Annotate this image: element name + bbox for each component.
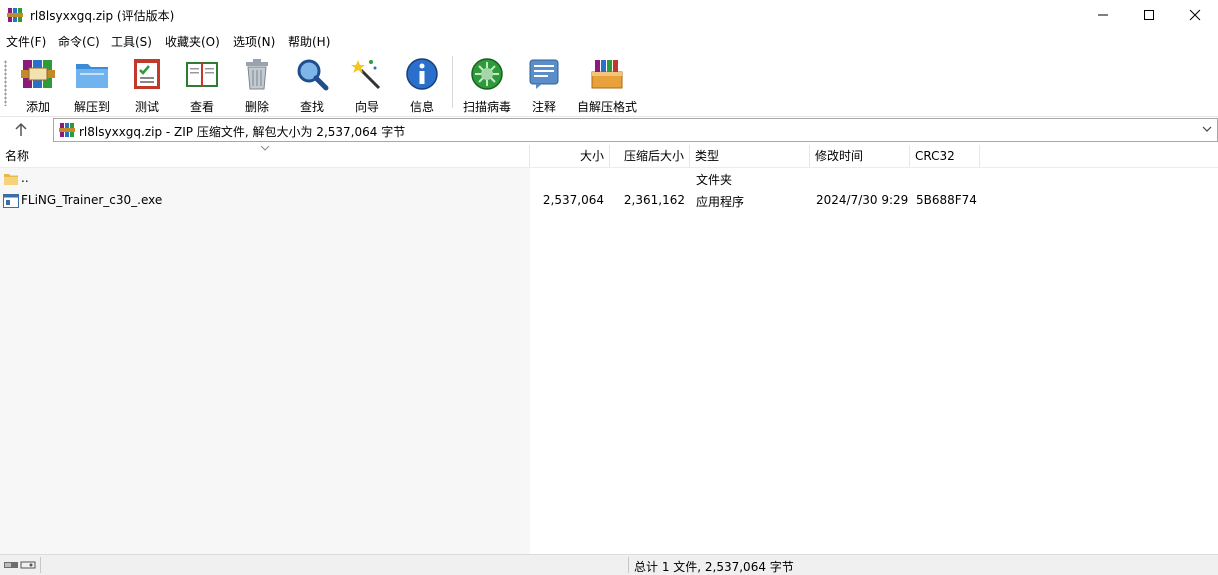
row-type: 文件夹 [696, 173, 733, 187]
menu-file[interactable]: 文件(F) [6, 33, 46, 50]
file-rows: .. 文件夹 FLiNG_Trainer_c30_.exe 2,537,064 … [0, 168, 1218, 554]
view-book-icon [186, 62, 218, 87]
extract-folder-icon [76, 64, 108, 88]
exe-file-icon [3, 194, 19, 208]
status-bar: 总计 1 文件, 2,537,064 字节 [0, 554, 1218, 575]
file-list: 名称 大小 压缩后大小 类型 修改时间 CRC32 .. 文件夹 FLiNG_T… [0, 145, 1218, 554]
add-button[interactable]: 添加 [10, 54, 66, 114]
view-label: 查看 [189, 100, 214, 114]
column-header-crc[interactable]: CRC32 [910, 145, 980, 167]
status-summary: 总计 1 文件, 2,537,064 字节 [634, 560, 794, 574]
test-label: 测试 [134, 100, 159, 114]
find-label: 查找 [299, 100, 324, 114]
info-label: 信息 [409, 100, 434, 114]
trash-icon [246, 59, 268, 90]
table-row-file[interactable]: FLiNG_Trainer_c30_.exe 2,537,064 2,361,1… [0, 190, 1218, 212]
menu-favorites[interactable]: 收藏夹(O) [165, 33, 220, 50]
row-type: 应用程序 [696, 195, 745, 209]
delete-button[interactable]: 删除 [229, 54, 285, 114]
table-row-parent[interactable]: .. 文件夹 [0, 168, 1218, 190]
drive-status-icon[interactable] [3, 558, 39, 572]
magnifier-icon [297, 59, 329, 91]
comment-icon [529, 59, 559, 89]
address-bar: rl8lsyxxgq.zip - ZIP 压缩文件, 解包大小为 2,537,0… [0, 117, 1218, 143]
info-button[interactable]: 信息 [394, 54, 450, 114]
archive-icon [59, 123, 75, 137]
up-folder-button[interactable] [10, 120, 32, 140]
name-column-background [0, 168, 530, 554]
window-title: rl8lsyxxgq.zip (评估版本) [30, 9, 175, 23]
extract-button[interactable]: 解压到 [64, 54, 120, 114]
menu-bar: 文件(F) 命令(C) 工具(S) 收藏夹(O) 选项(N) 帮助(H) [0, 30, 1218, 50]
menu-tools[interactable]: 工具(S) [111, 33, 152, 50]
status-divider [40, 557, 41, 573]
row-crc: 5B688F74 [916, 193, 977, 207]
column-header-packed[interactable]: 压缩后大小 [610, 145, 690, 167]
info-icon [406, 58, 438, 90]
row-name: FLiNG_Trainer_c30_.exe [21, 193, 163, 207]
close-icon [1189, 9, 1201, 21]
column-header-modified[interactable]: 修改时间 [810, 145, 910, 167]
address-path: rl8lsyxxgq.zip - ZIP 压缩文件, 解包大小为 2,537,0… [79, 125, 406, 139]
add-archive-icon [21, 60, 55, 88]
up-arrow-icon [15, 122, 27, 136]
address-field[interactable]: rl8lsyxxgq.zip - ZIP 压缩文件, 解包大小为 2,537,0… [53, 118, 1218, 142]
comment-label: 注释 [531, 100, 556, 114]
chevron-down-icon[interactable] [1200, 122, 1214, 136]
status-divider [628, 557, 629, 573]
wizard-button[interactable]: 向导 [339, 54, 395, 114]
minimize-button[interactable] [1080, 0, 1126, 30]
folder-icon [4, 174, 18, 185]
sfx-button[interactable]: 自解压格式 [576, 54, 638, 114]
menu-help[interactable]: 帮助(H) [288, 33, 330, 50]
winrar-app-icon [7, 8, 23, 22]
magic-wand-icon [351, 60, 381, 90]
delete-label: 删除 [244, 100, 269, 114]
row-packed: 2,361,162 [623, 193, 685, 207]
view-button[interactable]: 查看 [174, 54, 230, 114]
row-name: .. [21, 171, 29, 185]
comment-button[interactable]: 注释 [516, 54, 572, 114]
scan-virus-label: 扫描病毒 [462, 100, 511, 114]
title-bar: rl8lsyxxgq.zip (评估版本) [0, 0, 1218, 30]
close-button[interactable] [1172, 0, 1218, 30]
maximize-button[interactable] [1126, 0, 1172, 30]
menu-options[interactable]: 选项(N) [233, 33, 275, 50]
test-checklist-icon [134, 59, 160, 89]
column-header-row: 名称 大小 压缩后大小 类型 修改时间 CRC32 [0, 145, 1218, 168]
virus-scan-icon [471, 58, 503, 90]
extract-label: 解压到 [73, 100, 110, 114]
row-size: 2,537,064 [542, 193, 604, 207]
scan-virus-button[interactable]: 扫描病毒 [459, 54, 515, 114]
minimize-icon [1098, 14, 1108, 16]
maximize-icon [1144, 10, 1154, 20]
menu-commands[interactable]: 命令(C) [58, 33, 100, 50]
column-header-type[interactable]: 类型 [690, 145, 810, 167]
add-label: 添加 [25, 100, 50, 114]
sfx-archive-icon [591, 60, 623, 89]
column-header-name[interactable]: 名称 [0, 145, 530, 167]
find-button[interactable]: 查找 [284, 54, 340, 114]
sfx-label: 自解压格式 [576, 100, 637, 114]
row-modified: 2024/7/30 9:29 [816, 193, 909, 207]
sort-arrow-icon [260, 145, 270, 151]
column-header-size[interactable]: 大小 [530, 145, 610, 167]
column-name-label: 名称 [5, 149, 30, 163]
test-button[interactable]: 测试 [119, 54, 175, 114]
toolbar: 添加 解压到 测试 查看 删除 查找 向导 信息 扫描病毒 注释 自解压格式 [0, 50, 1218, 117]
toolbar-separator [452, 56, 453, 108]
wizard-label: 向导 [354, 100, 379, 114]
toolbar-grip[interactable] [4, 60, 7, 106]
